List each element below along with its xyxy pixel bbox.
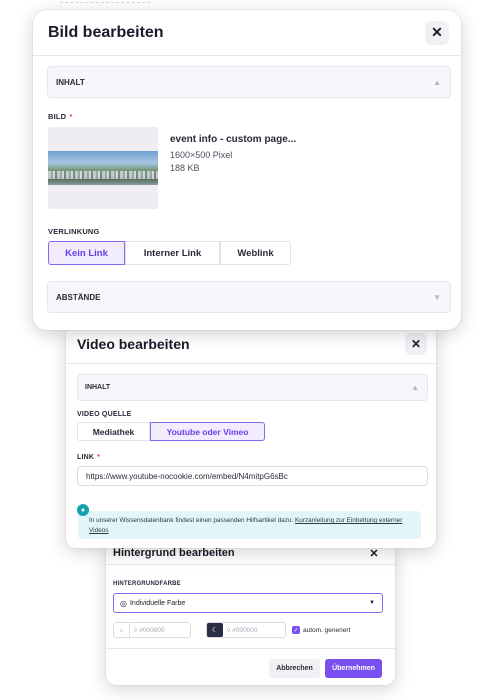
help-info-box: In unserer Wissensdatenbank findest eine… [78,511,421,539]
city-panorama-image [48,151,158,185]
option-mediathek[interactable]: Mediathek [77,422,150,441]
option-kein-link[interactable]: Kein Link [48,241,125,265]
sun-icon: ☼ [114,623,130,637]
dialog-footer-divider [106,648,395,649]
video-quelle-label: VIDEO QUELLE [77,411,132,418]
option-interner-link[interactable]: Interner Link [125,241,220,265]
close-icon[interactable]: ✕ [425,20,449,45]
section-inhalt[interactable]: INHALT ▲ [77,374,428,401]
video-bearbeiten-dialog: Video bearbeiten ✕ INHALT ▲ VIDEO QUELLE… [66,324,436,548]
chevron-up-icon: ▲ [411,383,419,392]
link-type-selector: Kein Link Interner Link Weblink [48,241,461,265]
close-icon[interactable]: ✕ [405,332,427,355]
chevron-down-icon: ▼ [433,292,441,302]
moon-icon: ☾ [207,623,223,637]
bild-bearbeiten-dialog: Bild bearbeiten ✕ INHALT ▲ BILD * event i… [33,10,461,330]
option-weblink[interactable]: Weblink [220,241,291,265]
apply-button[interactable]: Übernehmen [325,659,382,678]
light-color-value: #000000 [139,626,165,634]
dialog-title: Video bearbeiten [77,335,190,352]
dialog-header: Bild bearbeiten ✕ [33,10,461,56]
link-label: LINK * [77,454,101,461]
section-inhalt-label: INHALT [56,77,85,87]
option-youtube-vimeo[interactable]: Youtube oder Vimeo [150,422,265,441]
file-size: 188 KB [170,163,200,173]
close-icon[interactable]: ✕ [367,546,381,560]
auto-generate-label: autom. generiert [303,626,351,634]
select-value: Individuelle Farbe [129,599,186,607]
file-dimensions: 1600×500 Pixel [170,150,233,160]
video-link-input[interactable]: https://www.youtube-nocookie.com/embed/N… [77,466,428,486]
background-decoration [60,2,150,10]
checkmark-icon: ✓ [292,626,300,634]
cancel-button[interactable]: Abbrechen [269,659,320,678]
lightbulb-icon: ● [77,504,89,516]
video-source-selector: Mediathek Youtube oder Vimeo [77,422,436,441]
dark-color-input[interactable]: ☾ ◊ #000000 [206,622,286,638]
dialog-title: Bild bearbeiten [48,23,164,41]
section-abstaende[interactable]: ABSTÄNDE ▼ [47,281,451,313]
section-inhalt-label: INHALT [85,384,111,391]
dark-color-value: #000000 [232,626,258,634]
info-text: In unserer Wissensdatenbank findest eine… [89,517,296,524]
auto-generate-checkbox[interactable]: ✓ autom. generiert [292,626,350,634]
verlinkung-label: VERLINKUNG [48,227,100,236]
caret-down-icon: ▼ [369,600,375,606]
dialog-header: Video bearbeiten ✕ [66,324,436,364]
bild-label: BILD * [48,112,73,121]
color-circles-icon: ◎ [120,598,127,608]
drop-icon: ◊ [227,626,231,634]
color-mode-select[interactable]: ◎ Individuelle Farbe ▼ [113,593,383,613]
hintergrund-bearbeiten-dialog: Hintergrund bearbeiten ✕ HINTERGRUNDFARB… [106,542,395,685]
chevron-up-icon: ▲ [433,77,441,87]
hintergrundfarbe-label: HINTERGRUNDFARBE [113,581,181,587]
light-color-input[interactable]: ☼ ◊ #000000 [113,622,191,638]
dialog-title: Hintergrund bearbeiten [113,547,235,559]
drop-icon: ◊ [134,626,138,634]
image-preview[interactable] [48,127,158,209]
section-abstaende-label: ABSTÄNDE [56,292,101,302]
section-inhalt[interactable]: INHALT ▲ [47,66,451,98]
file-name: event info - custom page... [170,134,297,145]
